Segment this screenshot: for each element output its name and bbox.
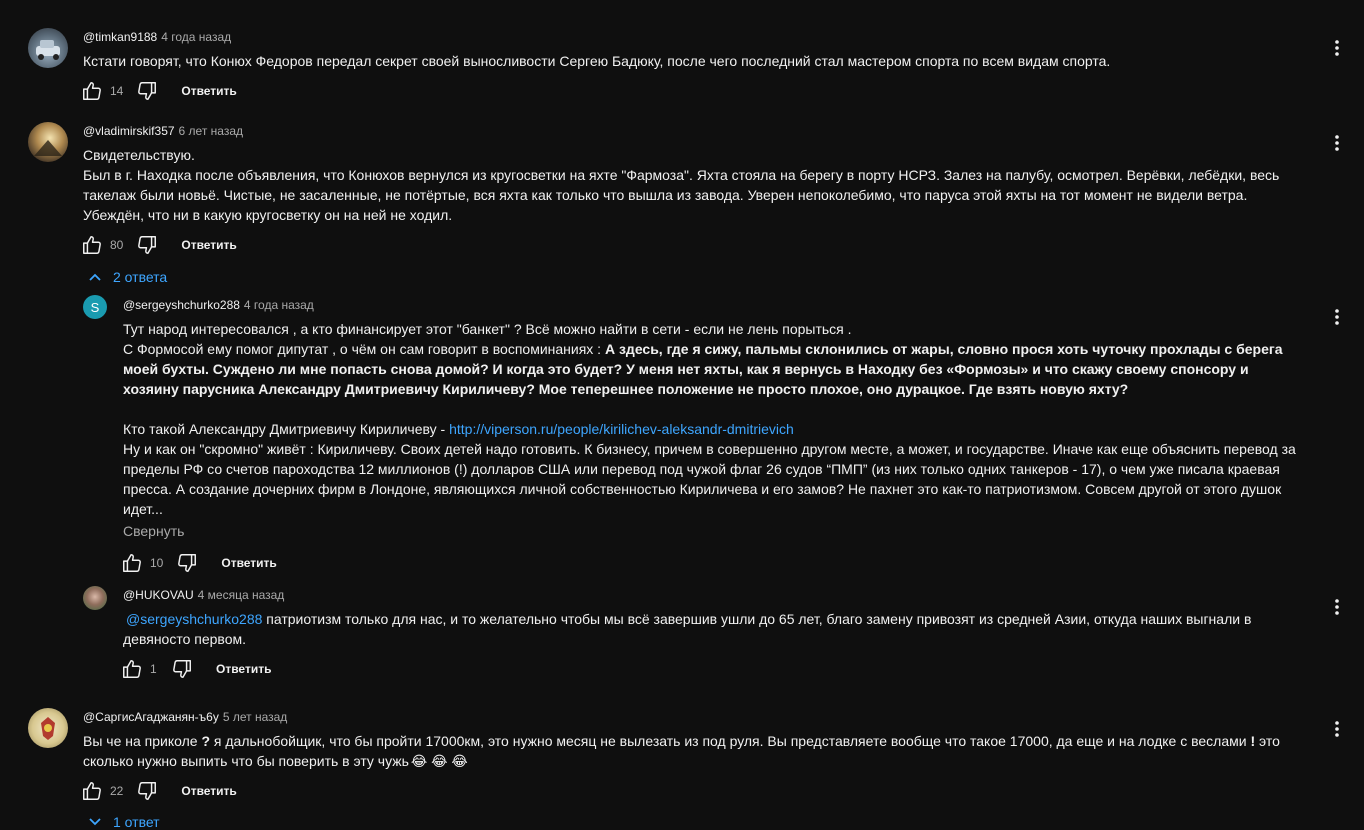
text-plain: Кто такой Александру Дмитриевичу Кирилич… — [123, 421, 450, 437]
comment-text: Кстати говорят, что Конюх Федоров переда… — [83, 53, 1111, 69]
thumb-up-icon — [123, 660, 141, 678]
more-actions-button[interactable] — [1325, 36, 1349, 60]
thumb-down-icon — [138, 782, 157, 800]
dislike-button[interactable] — [135, 779, 159, 803]
like-button[interactable] — [80, 79, 104, 103]
more-actions-button[interactable] — [1325, 305, 1349, 329]
comment-text: Тут народ интересовался , а кто финансир… — [123, 319, 1308, 519]
more-vert-icon — [1335, 599, 1339, 615]
comment-header: @HUKOVAU 4 месяца назад — [123, 588, 284, 602]
comment-actions: 10 Ответить — [120, 551, 277, 575]
reply-button[interactable]: Ответить — [221, 556, 276, 570]
chevron-down-icon — [89, 818, 101, 826]
text-plain: я дальнобойщик, что бы пройти 17000км, э… — [210, 733, 1251, 749]
avatar-letter: S — [90, 299, 100, 315]
thumb-down-icon — [178, 554, 197, 572]
replies-toggle[interactable]: 2 ответа — [88, 269, 167, 285]
author-name[interactable]: @sergeyshchurko288 — [123, 298, 240, 312]
collapse-button[interactable]: Свернуть — [123, 523, 184, 539]
more-actions-button[interactable] — [1325, 717, 1349, 741]
like-button[interactable] — [80, 233, 104, 257]
like-count: 14 — [110, 84, 124, 98]
timestamp[interactable]: 6 лет назад — [179, 124, 243, 138]
like-button[interactable] — [80, 779, 104, 803]
comment-text-line: Свидетельствую. — [83, 147, 195, 163]
thumb-up-icon — [83, 82, 101, 100]
timestamp[interactable]: 4 месяца назад — [198, 588, 285, 602]
dislike-button[interactable] — [135, 79, 159, 103]
like-button[interactable] — [120, 551, 144, 575]
replies-toggle-label: 2 ответа — [113, 269, 168, 285]
reply-button[interactable]: Ответить — [216, 662, 271, 676]
thumb-down-icon — [138, 236, 157, 254]
author-name[interactable]: @СаргисАгаджанян-ъ6у — [83, 710, 219, 724]
comment-text-line: Ну и как он "скромно" живёт : Кириличеву… — [123, 441, 1296, 517]
comment-actions: 80 Ответить — [80, 233, 237, 257]
comment-actions: 22 Ответить — [80, 779, 237, 803]
reply-button[interactable]: Ответить — [181, 238, 236, 252]
like-count: 80 — [110, 238, 124, 252]
comment-text-line: Тут народ интересовался , а кто финансир… — [123, 321, 852, 337]
like-count: 1 — [150, 662, 157, 676]
replies-toggle[interactable]: 1 ответ — [88, 814, 160, 830]
like-count: 22 — [110, 784, 124, 798]
dislike-button[interactable] — [170, 657, 194, 681]
more-vert-icon — [1335, 135, 1339, 151]
comment-header: @timkan9188 4 года назад — [83, 30, 231, 44]
comment-header: @СаргисАгаджанян-ъ6у 5 лет назад — [83, 710, 287, 724]
author-name[interactable]: @vladimirskif357 — [83, 124, 175, 138]
comment-text: @sergeyshchurko288 патриотизм только для… — [123, 609, 1288, 649]
thumb-up-icon — [83, 236, 101, 254]
chevron-up-icon — [89, 273, 101, 281]
text-mark: ? — [201, 733, 211, 749]
avatar[interactable] — [28, 28, 68, 68]
timestamp[interactable]: 4 года назад — [244, 298, 314, 312]
comment-header: @sergeyshchurko288 4 года назад — [123, 298, 314, 312]
text-plain: Вы че на приколе — [83, 733, 202, 749]
more-vert-icon — [1335, 309, 1339, 325]
more-vert-icon — [1335, 40, 1339, 56]
text-plain: С Формосой ему помог дипутат , о чём он … — [123, 341, 605, 357]
like-button[interactable] — [120, 657, 144, 681]
comment-text-line: С Формосой ему помог дипутат , о чём он … — [123, 339, 1308, 399]
text-link[interactable]: http://viperson.ru/people/kirilichev-ale… — [449, 421, 794, 437]
emoji: 😂 😂 😂 — [410, 753, 468, 769]
text-plain: патриотизм только для нас, и то желатель… — [123, 611, 1252, 647]
dislike-button[interactable] — [135, 233, 159, 257]
thumb-down-icon — [138, 82, 157, 100]
comment-text-line: Кто такой Александру Дмитриевичу Кирилич… — [123, 419, 1308, 439]
reply-button[interactable]: Ответить — [181, 784, 236, 798]
avatar[interactable]: S — [83, 295, 107, 319]
dislike-button[interactable] — [175, 551, 199, 575]
more-actions-button[interactable] — [1325, 595, 1349, 619]
thumb-up-icon — [123, 554, 141, 572]
more-vert-icon — [1335, 721, 1339, 737]
more-actions-button[interactable] — [1325, 131, 1349, 155]
comment-text: Свидетельствую. Был в г. Находка после о… — [83, 145, 1293, 225]
timestamp[interactable]: 5 лет назад — [223, 710, 287, 724]
replies-toggle-label: 1 ответ — [113, 814, 160, 830]
mention-link[interactable]: @sergeyshchurko288 — [126, 611, 262, 627]
reply-button[interactable]: Ответить — [181, 84, 236, 98]
timestamp[interactable]: 4 года назад — [161, 30, 231, 44]
avatar[interactable] — [28, 122, 68, 162]
author-name[interactable]: @HUKOVAU — [123, 588, 194, 602]
comment-actions: 14 Ответить — [80, 79, 237, 103]
thumb-up-icon — [83, 782, 101, 800]
comment-actions: 1 Ответить — [120, 657, 271, 681]
thumb-down-icon — [173, 660, 191, 678]
author-name[interactable]: @timkan9188 — [83, 30, 157, 44]
comment-header: @vladimirskif357 6 лет назад — [83, 124, 243, 138]
like-count: 10 — [150, 556, 164, 570]
comment-text-line: Был в г. Находка после объявления, что К… — [83, 167, 1280, 223]
avatar[interactable] — [83, 586, 107, 610]
avatar[interactable] — [28, 708, 68, 748]
comment-text: Вы че на приколе ? я дальнобойщик, что б… — [83, 731, 1298, 771]
